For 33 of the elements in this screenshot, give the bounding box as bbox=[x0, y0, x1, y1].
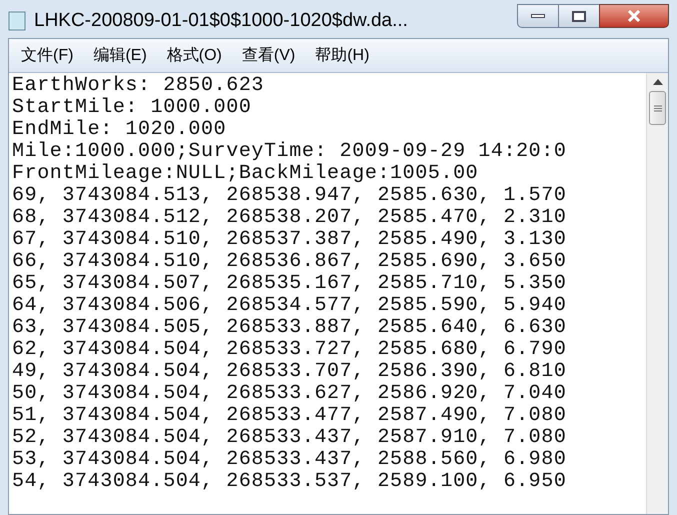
text-line: StartMile: 1000.000 bbox=[12, 97, 252, 119]
text-line: 64, 3743084.506, 268534.577, 2585.590, 5.940 bbox=[12, 295, 566, 317]
text-line: 62, 3743084.504, 268533.727, 2585.680, 6.790 bbox=[12, 339, 566, 361]
text-line: Mile:1000.000;SurveyTime: 2009-09-29 14:20:0 bbox=[12, 141, 566, 163]
text-line: 67, 3743084.510, 268537.387, 2585.490, 3.130 bbox=[12, 229, 566, 251]
menu-item[interactable]: 帮助(H) bbox=[315, 44, 370, 68]
menu-item[interactable]: 格式(O) bbox=[166, 44, 222, 68]
window-title: LHKC-200809-01-01$0$1000-1020$dw.da... bbox=[34, 8, 409, 33]
grip-icon bbox=[654, 104, 662, 112]
text-line: EarthWorks: 2850.623 bbox=[12, 75, 264, 97]
menu-item[interactable]: 文件(F) bbox=[21, 44, 74, 68]
text-line: 52, 3743084.504, 268533.437, 2587.910, 7.080 bbox=[12, 427, 566, 449]
text-line: 51, 3743084.504, 268533.477, 2587.490, 7.080 bbox=[12, 405, 566, 427]
text-line: 54, 3743084.504, 268533.537, 2589.100, 6.950 bbox=[12, 471, 566, 493]
menu-item[interactable]: 查看(V) bbox=[242, 44, 296, 68]
text-line: FrontMileage:NULL;BackMileage:1005.00 bbox=[12, 163, 478, 185]
text-line: 50, 3743084.504, 268533.627, 2586.920, 7.040 bbox=[12, 383, 566, 405]
close-button[interactable] bbox=[599, 4, 669, 28]
menu-item[interactable]: 编辑(E) bbox=[93, 44, 147, 68]
text-line: EndMile: 1020.000 bbox=[12, 119, 226, 141]
text-line: 66, 3743084.510, 268536.867, 2585.690, 3.650 bbox=[12, 251, 566, 273]
scroll-up-icon[interactable] bbox=[652, 79, 662, 85]
text-line: 68, 3743084.512, 268538.207, 2585.470, 2.310 bbox=[12, 207, 566, 229]
text-line: 63, 3743084.505, 268533.887, 2585.640, 6.630 bbox=[12, 317, 566, 339]
text-line: 49, 3743084.504, 268533.707, 2586.390, 6.810 bbox=[12, 361, 566, 383]
notepad-icon bbox=[8, 11, 26, 31]
minimize-button[interactable] bbox=[517, 4, 559, 28]
scroll-thumb[interactable] bbox=[649, 91, 666, 125]
text-line: 69, 3743084.513, 268538.947, 2585.630, 1.570 bbox=[12, 185, 566, 207]
text-line: 53, 3743084.504, 268533.437, 2588.560, 6.980 bbox=[12, 449, 566, 471]
maximize-button[interactable] bbox=[559, 4, 599, 28]
text-line: 65, 3743084.507, 268535.167, 2585.710, 5.350 bbox=[12, 273, 566, 295]
close-icon bbox=[627, 10, 641, 22]
